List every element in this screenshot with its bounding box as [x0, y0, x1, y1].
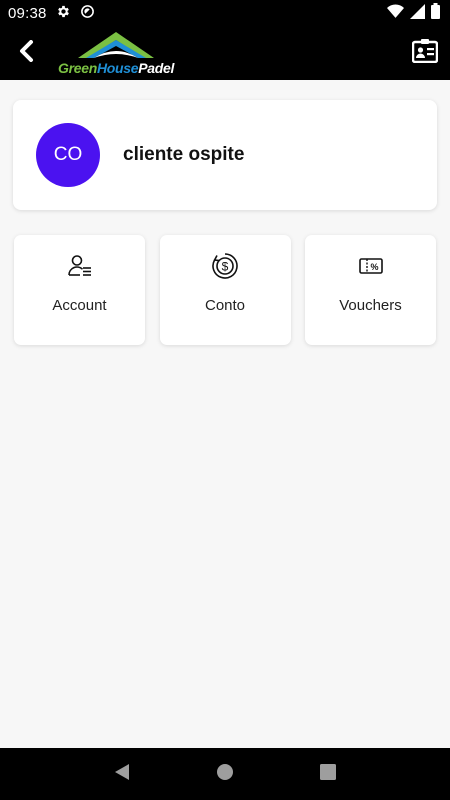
- menu-tiles: Account $ Conto % Vouchers: [14, 235, 436, 345]
- back-button[interactable]: [12, 38, 42, 68]
- profile-card: CO cliente ospite: [13, 100, 437, 210]
- battery-icon: [431, 3, 440, 23]
- tile-conto[interactable]: $ Conto: [159, 235, 291, 345]
- signal-icon: [410, 3, 425, 23]
- profile-name: cliente ospite: [123, 144, 245, 165]
- status-left: 09:38: [8, 4, 95, 23]
- avatar: CO: [36, 123, 100, 187]
- nav-back-button[interactable]: [107, 759, 137, 789]
- nav-recents-button[interactable]: [313, 759, 343, 789]
- app-logo: GreenHousePadel: [56, 28, 176, 78]
- app-bar: GreenHousePadel: [0, 26, 450, 80]
- voucher-percent-icon: %: [357, 252, 385, 280]
- back-triangle-icon: [113, 763, 131, 786]
- gear-icon: [56, 4, 71, 23]
- status-right: [387, 3, 440, 23]
- avatar-initials: CO: [53, 144, 83, 165]
- tile-vouchers-label: Vouchers: [339, 297, 402, 314]
- svg-text:$: $: [222, 260, 229, 274]
- wifi-icon: [387, 3, 404, 23]
- chevron-left-icon: [17, 39, 37, 67]
- user-list-icon: [66, 252, 94, 280]
- logo-wordmark: GreenHousePadel: [58, 60, 174, 76]
- logo-word-padel: Padel: [138, 60, 175, 76]
- tile-account-label: Account: [52, 297, 107, 314]
- home-circle-icon: [216, 763, 234, 786]
- recents-square-icon: [320, 763, 337, 785]
- dollar-coin-icon: $: [211, 252, 239, 280]
- tile-conto-label: Conto: [204, 297, 246, 314]
- status-time: 09:38: [8, 4, 47, 22]
- navigation-bar: [0, 748, 450, 800]
- contact-card-icon: [411, 38, 439, 68]
- logo-word-green: Green: [58, 60, 97, 76]
- tile-vouchers[interactable]: % Vouchers: [305, 235, 436, 345]
- status-bar: 09:38: [0, 0, 450, 26]
- tile-account[interactable]: Account: [14, 235, 145, 345]
- svg-text:%: %: [370, 262, 378, 272]
- logo-roof-graphic: [78, 32, 154, 58]
- contact-card-button[interactable]: [410, 38, 440, 68]
- logo-word-house: House: [96, 60, 139, 76]
- do-not-disturb-icon: [80, 4, 95, 23]
- nav-home-button[interactable]: [210, 759, 240, 789]
